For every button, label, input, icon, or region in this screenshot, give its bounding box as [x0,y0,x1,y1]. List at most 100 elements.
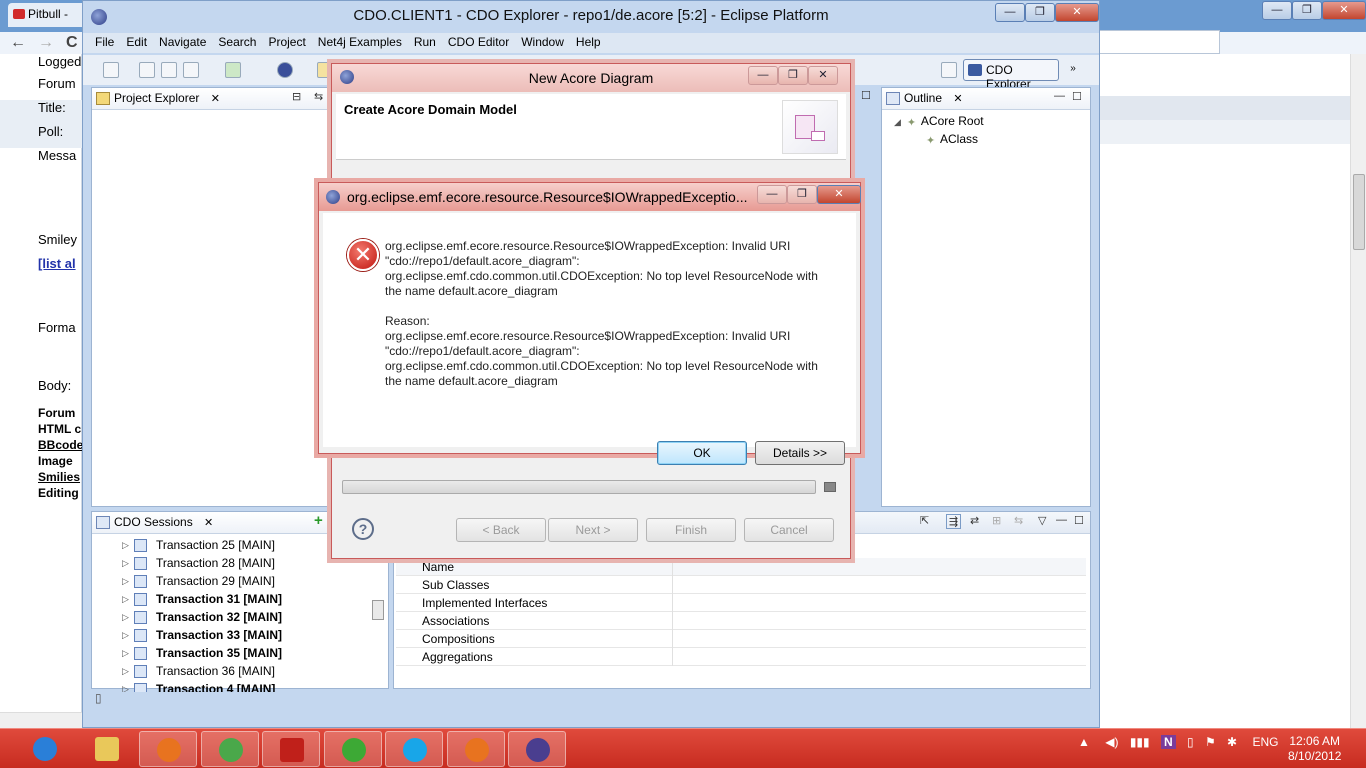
taskbar-firefox-button[interactable] [139,731,197,767]
outline-item[interactable]: ✦ AClass [926,130,978,148]
collapse-all-icon[interactable]: ⊟ [292,90,301,103]
chevron-down-icon[interactable]: ▽ [1038,514,1046,527]
editor-area-restore[interactable]: ☐ [861,87,881,107]
menu-file[interactable]: File [89,33,120,52]
menu-navigate[interactable]: Navigate [153,33,212,52]
pin-icon[interactable]: ⇱ [920,514,929,527]
close-icon[interactable]: ✕ [953,93,962,105]
menu-net4j-examples[interactable]: Net4j Examples [312,33,408,52]
bluetooth-icon[interactable]: ✱ [1227,735,1237,749]
tree-item-transaction[interactable]: ▷ Transaction 33 [MAIN] [122,626,282,644]
language-indicator[interactable]: ENG [1252,735,1278,749]
page-text[interactable]: BBcode [0,438,83,454]
menu-cdo-editor[interactable]: CDO Editor [442,33,515,52]
back-button[interactable]: < Back [456,518,546,542]
menu-search[interactable]: Search [212,33,262,52]
restore-icon[interactable]: ⇆ [1014,514,1023,527]
volume-icon[interactable]: ◀) [1105,735,1118,749]
taskbar-firefox-button[interactable] [446,731,505,767]
expand-toggle-icon[interactable]: ▷ [122,554,129,572]
details-button[interactable]: Details >> [755,441,845,465]
wizard-maximize-button[interactable]: ❐ [778,66,808,85]
taskbar-internet-explorer-button[interactable] [16,731,74,767]
menu-help[interactable]: Help [570,33,607,52]
menu-window[interactable]: Window [515,33,570,52]
scrollbar-thumb[interactable] [1353,174,1365,250]
taskbar-eclipse-button[interactable] [508,731,566,767]
expand-toggle-icon[interactable]: ◢ [894,117,901,127]
tree-scrollbar-thumb[interactable] [372,600,384,620]
open-perspective-icon[interactable] [941,62,957,78]
property-row[interactable]: Name [396,558,1086,576]
eclipse-maximize-button[interactable]: ❐ [1025,3,1055,22]
taskbar-chrome-button[interactable] [200,731,259,767]
menu-edit[interactable]: Edit [120,33,153,52]
expand-toggle-icon[interactable]: ▷ [122,572,129,590]
close-icon[interactable]: ✕ [211,93,220,105]
wizard-close-button[interactable]: ✕ [808,66,838,85]
tree-item-transaction[interactable]: ▷ Transaction 32 [MAIN] [122,608,282,626]
expand-toggle-icon[interactable]: ▷ [122,590,129,608]
cdo-icon[interactable] [277,62,293,78]
help-icon[interactable]: ? [352,518,374,540]
show-hidden-icon[interactable]: ▲ [1078,735,1090,749]
clock[interactable]: 12:06 AM 8/10/2012 [1288,734,1341,764]
status-new-icon[interactable]: ▯ [95,691,109,707]
page-horizontal-scrollbar[interactable] [0,712,82,728]
tree-item-transaction[interactable]: ▷ Transaction 35 [MAIN] [122,644,282,662]
close-icon[interactable]: ✕ [204,517,213,529]
next-button[interactable]: Next > [548,518,638,542]
save-icon[interactable] [139,62,155,78]
maximize-icon[interactable]: ☐ [1074,514,1084,527]
tree-item-transaction[interactable]: ▷ Transaction 29 [MAIN] [122,572,275,590]
maximize-icon[interactable]: ☐ [861,89,871,102]
forward-arrow-icon[interactable]: → [38,34,54,52]
new-icon[interactable] [103,62,119,78]
browser-minimize-button[interactable]: — [1262,1,1292,20]
ok-button[interactable]: OK [657,441,747,465]
tree-item-transaction[interactable]: ▷ Transaction 31 [MAIN] [122,590,282,608]
property-row[interactable]: Implemented Interfaces [396,594,1086,612]
minimize-icon[interactable]: — [1054,90,1065,102]
property-row[interactable]: Associations [396,612,1086,630]
run-icon[interactable] [225,62,241,78]
stop-icon[interactable] [824,482,836,492]
cdo-explorer-perspective-button[interactable]: CDO Explorer [963,59,1059,91]
eclipse-close-button[interactable]: ✕ [1055,3,1099,22]
wizard-minimize-button[interactable]: — [748,66,778,85]
expand-toggle-icon[interactable]: ▷ [122,644,129,662]
expand-toggle-icon[interactable]: ▷ [122,680,129,692]
expand-toggle-icon[interactable]: ▷ [122,536,129,554]
browser-tab[interactable]: Pitbull - [8,3,86,27]
property-row[interactable]: Compositions [396,630,1086,648]
property-row[interactable]: Sub Classes [396,576,1086,594]
page-text[interactable]: [list al [0,256,82,280]
filter-icon[interactable]: ⇄ [970,514,979,527]
onenote-icon[interactable]: N [1160,735,1176,749]
maximize-icon[interactable]: ☐ [1072,90,1082,103]
expand-toggle-icon[interactable]: ▷ [122,662,129,680]
eclipse-minimize-button[interactable]: — [995,3,1025,22]
finish-button[interactable]: Finish [646,518,736,542]
minimize-icon[interactable]: — [1056,514,1067,526]
expand-toggle-icon[interactable]: ▷ [122,608,129,626]
tree-icon[interactable]: ⇶ [946,514,962,529]
taskbar-windows-explorer-button[interactable] [78,731,136,767]
property-row[interactable]: Aggregations [396,648,1086,666]
address-bar[interactable] [1090,30,1220,54]
add-session-icon[interactable]: + [314,512,323,529]
tree-item-transaction[interactable]: ▷ Transaction 28 [MAIN] [122,554,275,572]
browser-maximize-button[interactable]: ❐ [1292,1,1322,20]
advanced-icon[interactable]: ⊞ [992,514,1001,527]
link-editor-icon[interactable]: ⇆ [314,90,323,103]
battery-icon[interactable]: ▯ [1187,735,1194,749]
tree-item-transaction[interactable]: ▷ Transaction 25 [MAIN] [122,536,275,554]
save-all-icon[interactable] [161,62,177,78]
error-close-button[interactable]: ✕ [817,185,861,204]
taskbar-adobe-reader-button[interactable] [262,731,320,767]
expand-toggle-icon[interactable]: ▷ [122,626,129,644]
network-icon[interactable]: ▮▮▮ [1130,735,1150,749]
tree-item-transaction[interactable]: ▷ Transaction 4 [MAIN] [122,680,275,692]
page-text[interactable]: Smilies [0,470,82,486]
back-arrow-icon[interactable]: ← [10,34,26,52]
